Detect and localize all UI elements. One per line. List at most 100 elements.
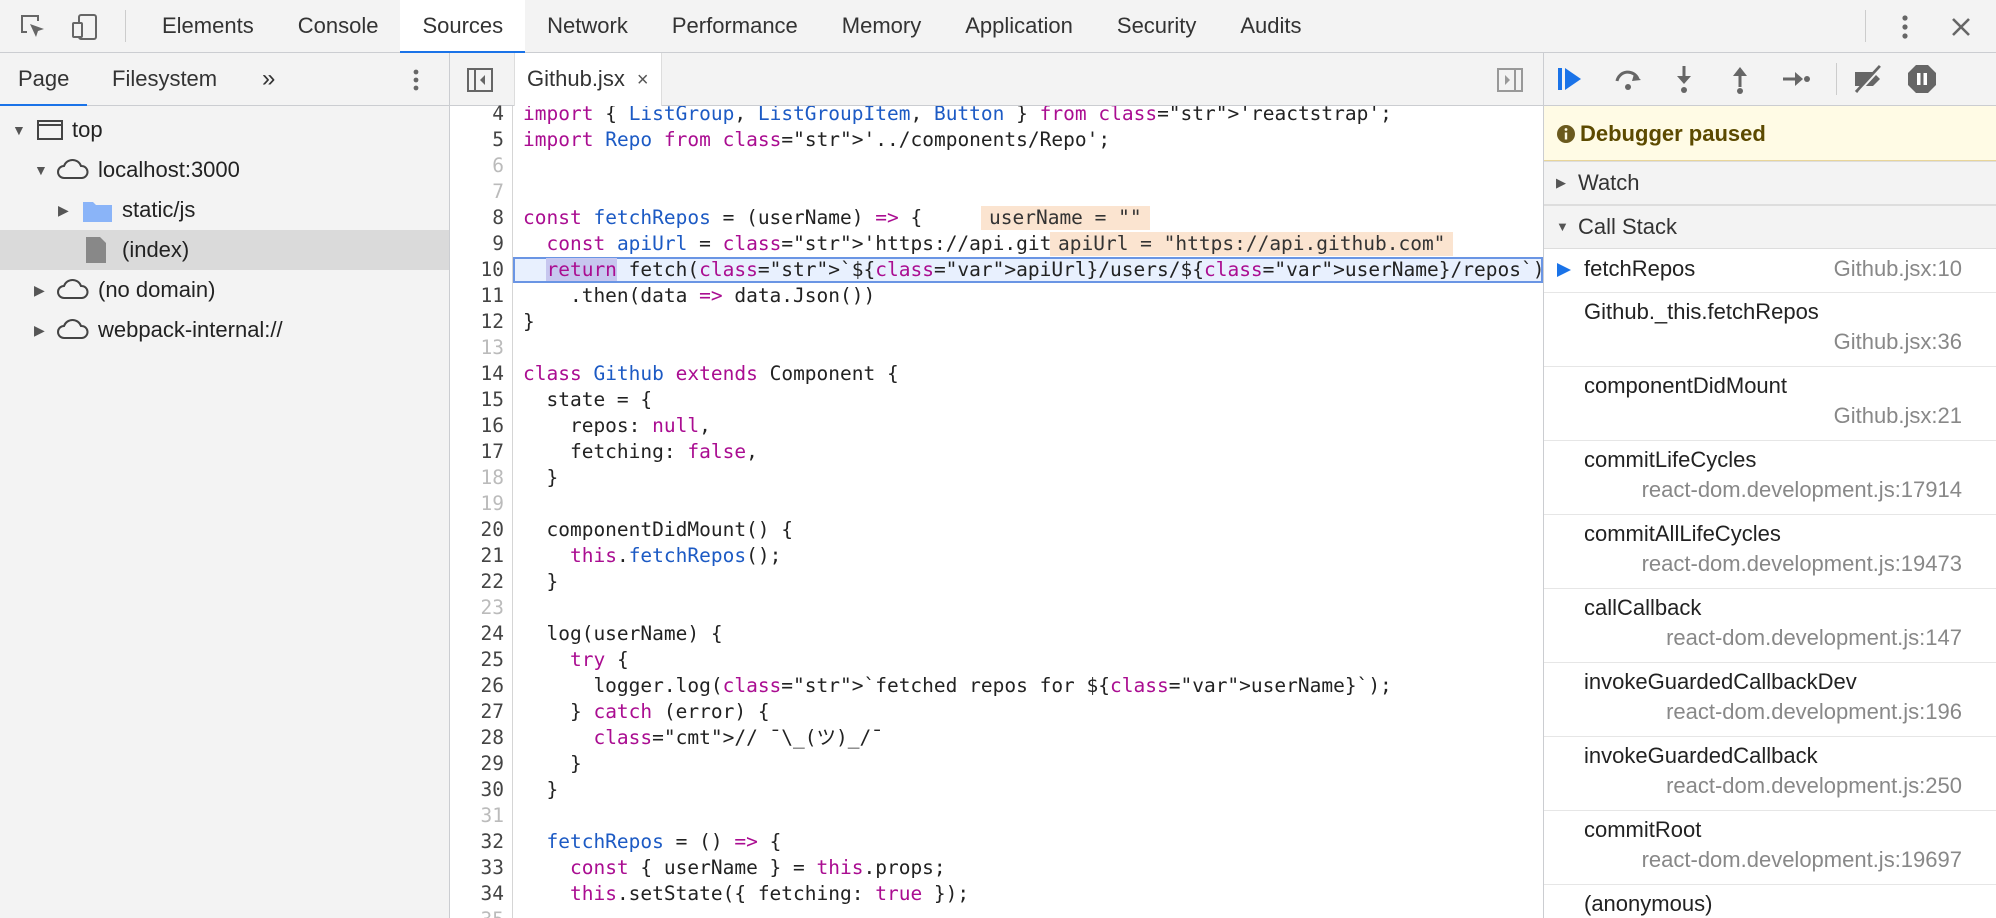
pause-on-exceptions-icon[interactable]: [1906, 63, 1938, 95]
line-number[interactable]: 21: [454, 543, 504, 569]
call-frame[interactable]: invokeGuardedCallback react-dom.developme…: [1544, 737, 1996, 811]
line-number[interactable]: 13: [454, 335, 504, 361]
line-number[interactable]: 35: [454, 907, 504, 918]
call-frame-location[interactable]: Github.jsx:10: [1834, 256, 1962, 282]
more-options-icon[interactable]: [1888, 10, 1922, 44]
call-frame-location[interactable]: Github.jsx:21: [1834, 403, 1962, 429]
expanded-triangle-icon[interactable]: ▼: [34, 150, 48, 190]
close-tab-icon[interactable]: ×: [637, 69, 649, 91]
line-number-gutter[interactable]: 4 5 6 7 8 9 10 11 12 13 14 15 16 17 18 19 20 21 22 23 24 25 26…: [450, 102, 513, 918]
tree-item-static-js[interactable]: ▶ static/js: [0, 190, 449, 230]
line-number[interactable]: 12: [454, 309, 504, 335]
call-frame-location[interactable]: react-dom.development.js:19697: [1642, 847, 1962, 873]
collapsed-triangle-icon[interactable]: ▶: [58, 190, 69, 230]
tab-elements[interactable]: Elements: [140, 0, 276, 53]
file-tab-github-jsx[interactable]: Github.jsx ×: [514, 53, 662, 106]
call-frame-location[interactable]: Github.jsx:36: [1834, 329, 1962, 355]
code-line-text: class Github extends Component {: [523, 362, 899, 385]
tree-item-label: (no domain): [98, 277, 216, 302]
line-number[interactable]: 15: [454, 387, 504, 413]
collapsed-triangle-icon[interactable]: ▶: [34, 270, 45, 310]
watch-section-header[interactable]: ▶ Watch: [1544, 161, 1996, 205]
line-number[interactable]: 25: [454, 647, 504, 673]
tab-security[interactable]: Security: [1095, 0, 1218, 53]
line-number[interactable]: 19: [454, 491, 504, 517]
deactivate-breakpoints-icon[interactable]: [1852, 63, 1884, 95]
tree-item-top[interactable]: ▼ top: [0, 110, 449, 150]
line-number[interactable]: 28: [454, 725, 504, 751]
tree-item-no-domain[interactable]: ▶ (no domain): [0, 270, 449, 310]
navigator-menu-icon[interactable]: [404, 65, 428, 95]
tab-application[interactable]: Application: [943, 0, 1095, 53]
tree-item-localhost[interactable]: ▼ localhost:3000: [0, 150, 449, 190]
call-frame[interactable]: callCallback react-dom.development.js:147: [1544, 589, 1996, 663]
line-number[interactable]: 14: [454, 361, 504, 387]
step-over-icon[interactable]: [1612, 63, 1644, 95]
tab-page[interactable]: Page: [0, 53, 88, 106]
tab-filesystem[interactable]: Filesystem: [112, 53, 217, 106]
call-frame-location[interactable]: react-dom.development.js:19473: [1642, 551, 1962, 577]
call-frame-location[interactable]: react-dom.development.js:17914: [1642, 477, 1962, 503]
line-number[interactable]: 9: [454, 231, 504, 257]
call-frame[interactable]: fetchRepos Github.jsx:10: [1544, 249, 1996, 293]
callstack-section-header[interactable]: ▼ Call Stack: [1544, 205, 1996, 249]
call-frame[interactable]: componentDidMount Github.jsx:21: [1544, 367, 1996, 441]
device-toolbar-icon[interactable]: [68, 10, 102, 44]
toggle-debugger-icon[interactable]: [1496, 67, 1524, 93]
tab-network[interactable]: Network: [525, 0, 650, 53]
tab-sources[interactable]: Sources: [400, 0, 526, 53]
tab-audits[interactable]: Audits: [1218, 0, 1323, 53]
step-icon[interactable]: [1780, 63, 1812, 95]
code-line-text: import Repo from class="str">'../compone…: [523, 128, 1111, 151]
close-devtools-icon[interactable]: [1944, 10, 1978, 44]
line-number[interactable]: 17: [454, 439, 504, 465]
call-frame[interactable]: invokeGuardedCallbackDev react-dom.develo…: [1544, 663, 1996, 737]
expanded-triangle-icon[interactable]: ▼: [12, 110, 26, 150]
call-frame[interactable]: commitLifeCycles react-dom.development.js…: [1544, 441, 1996, 515]
line-number[interactable]: 20: [454, 517, 504, 543]
tab-console[interactable]: Console: [276, 0, 401, 53]
tab-memory[interactable]: Memory: [820, 0, 943, 53]
call-frame-location[interactable]: react-dom.development.js:250: [1666, 773, 1962, 799]
line-number[interactable]: 8: [454, 205, 504, 231]
resume-icon[interactable]: [1554, 63, 1586, 95]
line-number[interactable]: 4: [454, 101, 504, 127]
inspect-element-icon[interactable]: [16, 10, 50, 44]
call-frame[interactable]: commitAllLifeCycles react-dom.development…: [1544, 515, 1996, 589]
line-number[interactable]: 18: [454, 465, 504, 491]
tree-item-index[interactable]: (index): [0, 230, 449, 270]
line-number[interactable]: 5: [454, 127, 504, 153]
line-number[interactable]: 32: [454, 829, 504, 855]
collapsed-triangle-icon[interactable]: ▶: [1556, 162, 1566, 204]
line-number[interactable]: 30: [454, 777, 504, 803]
step-out-icon[interactable]: [1724, 63, 1756, 95]
line-number[interactable]: 26: [454, 673, 504, 699]
line-number[interactable]: 10: [454, 257, 504, 283]
line-number[interactable]: 6: [454, 153, 504, 179]
expanded-triangle-icon[interactable]: ▼: [1556, 206, 1569, 248]
code-line: this.fetchRepos();: [513, 543, 1543, 569]
line-number[interactable]: 29: [454, 751, 504, 777]
line-number[interactable]: 27: [454, 699, 504, 725]
call-frame-location[interactable]: react-dom.development.js:147: [1666, 625, 1962, 651]
line-number[interactable]: 23: [454, 595, 504, 621]
step-into-icon[interactable]: [1668, 63, 1700, 95]
tree-item-webpack-internal[interactable]: ▶ webpack-internal://: [0, 310, 449, 350]
line-number[interactable]: 24: [454, 621, 504, 647]
line-number[interactable]: 11: [454, 283, 504, 309]
line-number[interactable]: 33: [454, 855, 504, 881]
more-tabs-icon[interactable]: »: [262, 53, 275, 106]
collapsed-triangle-icon[interactable]: ▶: [34, 310, 45, 350]
toggle-navigator-icon[interactable]: [466, 67, 494, 93]
call-frame-location[interactable]: react-dom.development.js:196: [1666, 699, 1962, 725]
call-frame[interactable]: commitRoot react-dom.development.js:19697: [1544, 811, 1996, 885]
line-number[interactable]: 34: [454, 881, 504, 907]
line-number[interactable]: 31: [454, 803, 504, 829]
tab-performance[interactable]: Performance: [650, 0, 820, 53]
code-area[interactable]: import { ListGroup, ListGroupItem, Butto…: [513, 106, 1543, 918]
call-frame[interactable]: (anonymous): [1544, 885, 1996, 918]
line-number[interactable]: 16: [454, 413, 504, 439]
line-number[interactable]: 22: [454, 569, 504, 595]
line-number[interactable]: 7: [454, 179, 504, 205]
call-frame[interactable]: Github._this.fetchRepos Github.jsx:36: [1544, 293, 1996, 367]
